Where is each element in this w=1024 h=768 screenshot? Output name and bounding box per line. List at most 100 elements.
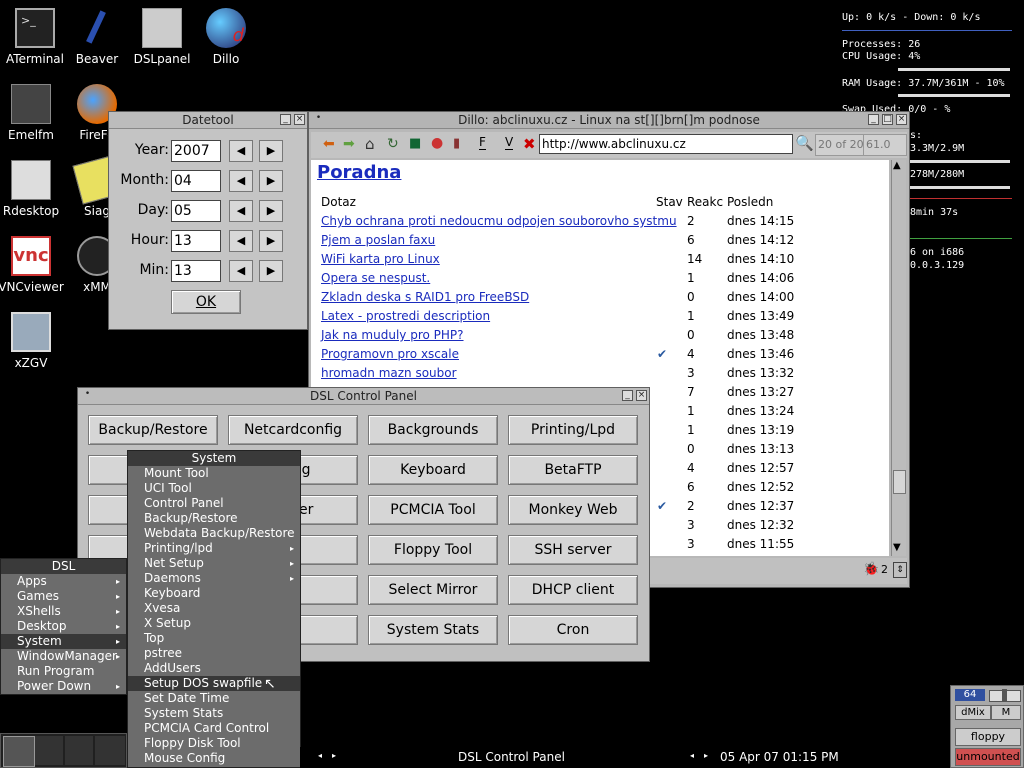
task-prev-icon[interactable]: ◂	[318, 751, 322, 760]
control-panel-button[interactable]: Netcardconfig	[228, 415, 358, 445]
rdesktop-icon[interactable]: Rdesktop	[0, 160, 66, 218]
taskbar-active-window[interactable]: DSL Control Panel	[458, 750, 565, 764]
scroll-down-icon[interactable]: ▼	[893, 542, 901, 553]
pager-desk-2[interactable]	[35, 736, 63, 765]
reload-icon[interactable]: ↻	[387, 136, 399, 152]
menu-item[interactable]: pstree	[128, 646, 300, 661]
file-menu-icon[interactable]: F	[479, 135, 486, 150]
question-link[interactable]: Chyb ochrana proti nedoucmu odpojen soub…	[321, 214, 677, 228]
datetool-titlebar[interactable]: Datetool _ ×	[109, 112, 307, 129]
volume-slider-knob[interactable]	[1002, 689, 1007, 701]
control-panel-button[interactable]: Backgrounds	[368, 415, 498, 445]
clock-next-icon[interactable]: ▸	[704, 751, 708, 760]
menu-item[interactable]: Games	[1, 589, 126, 604]
menu-item[interactable]: Webdata Backup/Restore	[128, 526, 300, 541]
menu-item[interactable]: Printing/lpd	[128, 541, 300, 556]
menu-item[interactable]: Run Program	[1, 664, 126, 679]
question-link[interactable]: WiFi karta pro Linux	[321, 252, 440, 266]
close-icon[interactable]: ×	[636, 390, 647, 401]
menu-item[interactable]: Mount Tool	[128, 466, 300, 481]
beaver-icon[interactable]: Beaver	[62, 8, 132, 66]
datetool-input[interactable]: 2007	[171, 140, 221, 162]
menu-item[interactable]: Mouse Config	[128, 751, 300, 766]
dillo-icon[interactable]: d Dillo	[191, 8, 261, 66]
control-panel-titlebar[interactable]: • DSL Control Panel _ ×	[78, 388, 649, 405]
back-icon[interactable]: ⬅	[323, 136, 335, 152]
control-panel-button[interactable]: Monkey Web	[508, 495, 638, 525]
menu-item[interactable]: Control Panel	[128, 496, 300, 511]
decrement-icon[interactable]: ◀	[229, 230, 253, 252]
dillo-titlebar[interactable]: • Dillo: abclinuxu.cz - Linux na st[][]b…	[309, 112, 909, 129]
decrement-icon[interactable]: ◀	[229, 170, 253, 192]
control-panel-button[interactable]: Floppy Tool	[368, 535, 498, 565]
save-icon[interactable]: ■	[409, 136, 421, 151]
increment-icon[interactable]: ▶	[259, 200, 283, 222]
increment-icon[interactable]: ▶	[259, 230, 283, 252]
mount-status[interactable]: unmounted	[955, 748, 1021, 766]
question-link[interactable]: Latex - prostredi description	[321, 309, 490, 323]
increment-icon[interactable]: ▶	[259, 140, 283, 162]
question-link[interactable]: Opera se nespust.	[321, 271, 430, 285]
menu-item[interactable]: PCMCIA Card Control	[128, 721, 300, 736]
control-panel-button[interactable]: Printing/Lpd	[508, 415, 638, 445]
menu-item[interactable]: Desktop	[1, 619, 126, 634]
menu-item[interactable]: UCI Tool	[128, 481, 300, 496]
view-menu-icon[interactable]: V	[505, 135, 514, 150]
question-link[interactable]: Jak na muduly pro PHP?	[321, 328, 464, 342]
url-input[interactable]: http://www.abclinuxu.cz	[539, 134, 793, 154]
menu-item[interactable]: Power Down	[1, 679, 126, 694]
datetool-input[interactable]: 05	[171, 200, 221, 222]
datetool-input[interactable]: 04	[171, 170, 221, 192]
vncviewer-icon[interactable]: vnc VNCviewer	[0, 236, 66, 294]
menu-item[interactable]: X Setup	[128, 616, 300, 631]
window-menu-icon[interactable]: •	[82, 390, 93, 401]
menu-item[interactable]: Set Date Time	[128, 691, 300, 706]
menu-item[interactable]: XShells	[1, 604, 126, 619]
volume-slider[interactable]	[989, 689, 1021, 702]
clock-prev-icon[interactable]: ◂	[690, 751, 694, 760]
menu-item[interactable]: Top	[128, 631, 300, 646]
menu-item[interactable]: Floppy Disk Tool	[128, 736, 300, 751]
pager-desk-4[interactable]	[95, 736, 125, 765]
home-icon[interactable]: ⌂	[365, 135, 375, 153]
mute-checkbox[interactable]: M	[991, 705, 1021, 720]
question-link[interactable]: Pjem a poslan faxu	[321, 233, 435, 247]
stop-icon[interactable]: ●	[431, 135, 443, 151]
pager-desk-3[interactable]	[65, 736, 93, 765]
control-panel-button[interactable]: Select Mirror	[368, 575, 498, 605]
clear-url-icon[interactable]: ✖	[523, 135, 536, 153]
forward-icon[interactable]: ➡	[343, 136, 355, 152]
bookmarks-icon[interactable]: ▮	[453, 136, 460, 151]
menu-item[interactable]: AddUsers	[128, 661, 300, 676]
increment-icon[interactable]: ▶	[259, 260, 283, 282]
dmix-button[interactable]: dMix	[955, 705, 991, 720]
menu-item[interactable]: System	[1, 634, 126, 649]
pager-desk-1[interactable]	[3, 736, 35, 767]
datetool-input[interactable]: 13	[171, 260, 221, 282]
task-next-icon[interactable]: ▸	[332, 751, 336, 760]
minimize-icon[interactable]: _	[622, 390, 633, 401]
ok-button[interactable]: OK	[171, 290, 241, 314]
decrement-icon[interactable]: ◀	[229, 200, 253, 222]
page-heading[interactable]: Poradna	[317, 162, 401, 183]
control-panel-button[interactable]: SSH server	[508, 535, 638, 565]
xzgv-icon[interactable]: xZGV	[0, 312, 66, 370]
maximize-icon[interactable]: □	[882, 114, 893, 125]
control-panel-button[interactable]: PCMCIA Tool	[368, 495, 498, 525]
question-link[interactable]: Zkladn deska s RAID1 pro FreeBSD	[321, 290, 529, 304]
close-icon[interactable]: ×	[294, 114, 305, 125]
menu-item[interactable]: Backup/Restore	[128, 511, 300, 526]
bug-meter-icon[interactable]: 🐞	[863, 562, 879, 577]
search-icon[interactable]: 🔍	[795, 134, 814, 152]
datetool-input[interactable]: 13	[171, 230, 221, 252]
close-icon[interactable]: ×	[896, 114, 907, 125]
increment-icon[interactable]: ▶	[259, 170, 283, 192]
menu-item[interactable]: Keyboard	[128, 586, 300, 601]
menu-item[interactable]: WindowManager	[1, 649, 126, 664]
control-panel-button[interactable]: Cron	[508, 615, 638, 645]
control-panel-button[interactable]: System Stats	[368, 615, 498, 645]
decrement-icon[interactable]: ◀	[229, 140, 253, 162]
minimize-icon[interactable]: _	[868, 114, 879, 125]
scroll-up-icon[interactable]: ▲	[893, 160, 901, 171]
desktop-pager[interactable]	[0, 733, 127, 768]
